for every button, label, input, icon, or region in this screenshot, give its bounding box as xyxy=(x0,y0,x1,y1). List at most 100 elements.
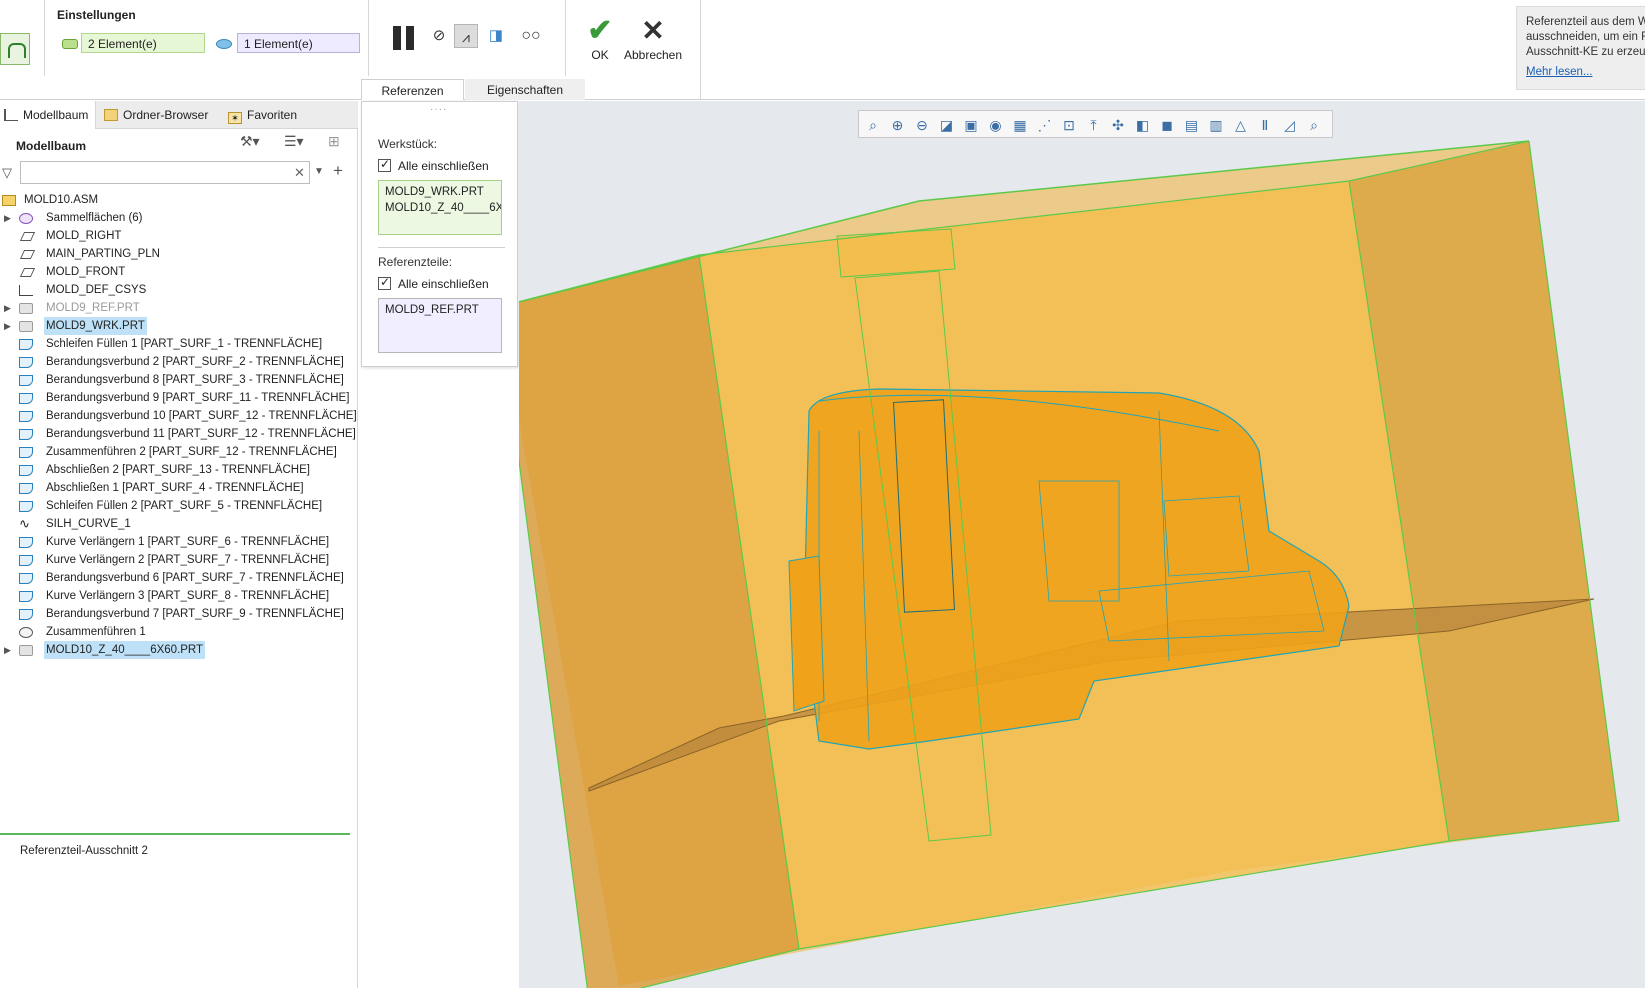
list-item[interactable]: MOLD10_Z_40____6X60.PRT xyxy=(385,200,501,216)
tree-item-label: Zusammenführen 2 [PART_SURF_12 - TRENNFL… xyxy=(46,446,337,458)
view-manager-icon[interactable]: ◉ xyxy=(986,115,1006,135)
part-side-rib xyxy=(788,555,825,712)
tree-item[interactable]: Berandungsverbund 6 [PART_SURF_7 - TRENN… xyxy=(0,569,358,587)
zoom-out-icon[interactable]: ⊖ xyxy=(912,115,932,135)
graphics-viewport[interactable] xyxy=(519,101,1645,988)
hidden-line-icon[interactable]: ⌕ xyxy=(1304,115,1324,135)
learn-more-link[interactable]: Mehr lesen... xyxy=(1526,65,1645,80)
dropdown-arrow-icon[interactable]: ▼ xyxy=(314,166,324,177)
tree-item[interactable]: ▶ MOLD9_REF.PRT xyxy=(0,299,358,317)
expand-arrow-icon[interactable]: ▶ xyxy=(4,317,11,335)
tree-item[interactable]: Abschließen 2 [PART_SURF_13 - TRENNFLÄCH… xyxy=(0,461,358,479)
settings-hammer-icon[interactable]: ⚒▾ xyxy=(240,133,260,150)
quilt-icon xyxy=(19,213,33,224)
spin-center-icon[interactable]: ⤒ xyxy=(1084,115,1104,135)
tree-item[interactable]: MOLD_RIGHT xyxy=(0,227,358,245)
tree-item[interactable]: Schleifen Füllen 1 [PART_SURF_1 - TRENNF… xyxy=(0,335,358,353)
tree-item[interactable]: Kurve Verlängern 1 [PART_SURF_6 - TRENNF… xyxy=(0,533,358,551)
tree-item[interactable]: ▶ MOLD9_WRK.PRT xyxy=(0,317,358,335)
zoom-in-icon[interactable]: ⊕ xyxy=(888,115,908,135)
tree-item[interactable]: Berandungsverbund 11 [PART_SURF_12 - TRE… xyxy=(0,425,358,443)
tree-item[interactable]: ▶ MOLD10_Z_40____6X60.PRT xyxy=(0,641,358,659)
clear-search-icon[interactable]: ✕ xyxy=(294,165,305,181)
workpiece-label: Werkstück: xyxy=(378,137,438,151)
tree-item-label: Berandungsverbund 7 [PART_SURF_9 - TRENN… xyxy=(46,608,344,620)
workpiece-collector[interactable]: 2 Element(e) xyxy=(81,33,205,53)
model-tree: MOLD10.ASM ▶ Sammelflächen (6) MOLD_RIGHT MA… xyxy=(0,191,358,659)
cancel-button[interactable]: ✕ Abbrechen xyxy=(622,14,684,62)
tree-item[interactable]: Schleifen Füllen 2 [PART_SURF_5 - TRENNF… xyxy=(0,497,358,515)
reference-parts-list[interactable]: MOLD9_REF.PRT xyxy=(378,298,502,353)
display-style-icon[interactable]: ▦ xyxy=(1010,115,1030,135)
datum-display-icon[interactable]: ⋰ xyxy=(1035,115,1055,135)
list-item[interactable]: MOLD9_WRK.PRT xyxy=(385,184,495,200)
layers-icon[interactable]: ▥ xyxy=(1206,115,1226,135)
saved-orientations-icon[interactable]: ▣ xyxy=(961,115,981,135)
expand-arrow-icon[interactable]: ▶ xyxy=(4,299,11,317)
refit-icon[interactable]: ⌕ xyxy=(863,115,883,135)
tab-eigenschaften[interactable]: Eigenschaften xyxy=(465,79,585,100)
merge-icon xyxy=(19,627,33,638)
reference-part-collector-icon xyxy=(216,39,232,49)
tree-item-label: Kurve Verlängern 3 [PART_SURF_8 - TRENNF… xyxy=(46,590,330,602)
help-tooltip: Referenzteil aus dem W ausschneiden, um … xyxy=(1516,6,1645,90)
tree-item[interactable]: Kurve Verlängern 2 [PART_SURF_7 - TRENNF… xyxy=(0,551,358,569)
reference-part-collector[interactable]: 1 Element(e) xyxy=(237,33,360,53)
tree-item[interactable]: MAIN_PARTING_PLN xyxy=(0,245,358,263)
feature-preview-icon[interactable]: ◨ xyxy=(484,24,508,48)
workpiece-list[interactable]: MOLD9_WRK.PRT MOLD10_Z_40____6X60.PRT xyxy=(378,180,502,235)
star-icon: ✶ xyxy=(228,112,242,124)
section-icon[interactable]: ◧ xyxy=(1133,115,1153,135)
simplified-rep-icon[interactable]: △ xyxy=(1231,115,1251,135)
tree-item[interactable]: Berandungsverbund 2 [PART_SURF_2 - TRENN… xyxy=(0,353,358,371)
tree-search-input[interactable] xyxy=(20,161,310,184)
tree-item[interactable]: Berandungsverbund 7 [PART_SURF_9 - TRENN… xyxy=(0,605,358,623)
insert-indicator[interactable] xyxy=(0,833,350,835)
workpiece-include-all-checkbox[interactable] xyxy=(378,157,391,172)
geometry-preview-icon[interactable]: ⩘ xyxy=(454,24,478,48)
surface-icon xyxy=(19,393,33,404)
tree-filter-settings-icon[interactable]: ⊞ xyxy=(328,133,340,150)
triangle-icon[interactable]: Ⅱ xyxy=(1255,115,1275,135)
model-tree-panel: Modellbaum Ordner-Browser ✶ Favoriten Mod… xyxy=(0,101,358,988)
tree-item[interactable]: ∿ SILH_CURVE_1 xyxy=(0,515,358,533)
divider xyxy=(378,247,505,248)
filter-icon[interactable]: ▽ xyxy=(2,165,12,181)
panel-grip-handle[interactable]: ···· xyxy=(430,104,447,115)
render-icon[interactable]: ◼ xyxy=(1157,115,1177,135)
perspective-icon[interactable]: ✣ xyxy=(1108,115,1128,135)
mold-3d-model[interactable] xyxy=(519,101,1645,988)
verify-glasses-icon[interactable]: ○○ xyxy=(516,24,546,48)
show-list-icon[interactable]: ☰▾ xyxy=(284,133,304,150)
tree-item[interactable]: Berandungsverbund 10 [PART_SURF_12 - TRE… xyxy=(0,407,358,425)
tree-item[interactable]: Zusammenführen 2 [PART_SURF_12 - TRENNFL… xyxy=(0,443,358,461)
tree-item[interactable]: Abschließen 1 [PART_SURF_4 - TRENNFLÄCHE… xyxy=(0,479,358,497)
tree-item[interactable]: Berandungsverbund 9 [PART_SURF_11 - TREN… xyxy=(0,389,358,407)
tree-item[interactable]: Berandungsverbund 8 [PART_SURF_3 - TRENN… xyxy=(0,371,358,389)
tree-item[interactable]: Kurve Verlängern 3 [PART_SURF_8 - TRENNF… xyxy=(0,587,358,605)
surface-icon xyxy=(19,555,33,566)
tab-ordner-browser[interactable]: Ordner-Browser xyxy=(104,101,224,129)
add-column-icon[interactable]: + xyxy=(333,161,343,181)
tab-modellbaum[interactable]: Modellbaum xyxy=(0,101,96,129)
repaint-icon[interactable]: ◪ xyxy=(937,115,957,135)
tree-item[interactable]: MOLD10.ASM xyxy=(0,191,358,209)
tree-item[interactable]: MOLD_DEF_CSYS xyxy=(0,281,358,299)
expand-arrow-icon[interactable]: ▶ xyxy=(4,641,11,659)
expand-arrow-icon[interactable]: ▶ xyxy=(4,209,11,227)
pause-icon[interactable]: ◿ xyxy=(1280,115,1300,135)
tab-referenzen[interactable]: Referenzen xyxy=(361,79,464,100)
tree-item[interactable]: ▶ Sammelflächen (6) xyxy=(0,209,358,227)
appearance-icon[interactable]: ▤ xyxy=(1182,115,1202,135)
pause-icon[interactable] xyxy=(393,26,419,50)
refparts-include-all-checkbox[interactable] xyxy=(378,275,391,290)
list-item[interactable]: MOLD9_REF.PRT xyxy=(385,302,495,318)
tree-item[interactable]: Zusammenführen 1 xyxy=(0,623,358,641)
ok-button[interactable]: ✔ OK xyxy=(585,14,615,62)
no-preview-icon[interactable]: ⊘ xyxy=(427,24,451,48)
navigator-tabs: Modellbaum Ordner-Browser ✶ Favoriten xyxy=(0,101,358,129)
annotation-display-icon[interactable]: ⊡ xyxy=(1059,115,1079,135)
tab-favoriten[interactable]: ✶ Favoriten xyxy=(228,101,328,129)
datum-plane-icon xyxy=(19,268,36,277)
tree-item[interactable]: MOLD_FRONT xyxy=(0,263,358,281)
